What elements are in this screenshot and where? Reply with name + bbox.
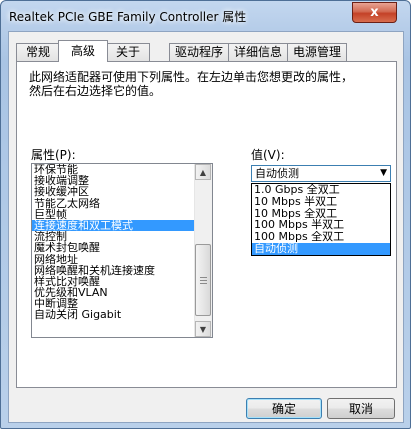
description-line-1: 此网络适配器可使用下列属性。在左边单击您想更改的属性， bbox=[29, 70, 354, 84]
tab-details[interactable]: 详细信息 bbox=[228, 43, 288, 61]
tab-general[interactable]: 常规 bbox=[16, 43, 60, 61]
value-option[interactable]: 10 Mbps 半双工 bbox=[252, 196, 390, 208]
property-scrollbar[interactable]: ▲ ▼ bbox=[194, 164, 212, 337]
property-list-item[interactable]: 环保节能 bbox=[32, 164, 212, 175]
ok-button[interactable]: 确定 bbox=[246, 398, 322, 419]
property-list-item[interactable]: 接收端调整 bbox=[32, 175, 212, 186]
scroll-down-button[interactable]: ▼ bbox=[195, 321, 211, 337]
tab-power-management[interactable]: 电源管理 bbox=[287, 43, 347, 61]
property-list-item[interactable]: 接收缓冲区 bbox=[32, 186, 212, 197]
property-list-item[interactable]: 自动关闭 Gigabit bbox=[32, 309, 212, 320]
tab-label: 驱动程序 bbox=[174, 45, 223, 59]
tab-about[interactable]: 关于 bbox=[106, 43, 150, 61]
property-label: 属性(P): bbox=[31, 148, 76, 162]
scroll-thumb[interactable] bbox=[195, 244, 211, 316]
dialog-client-area: 常规 高级 关于 驱动程序 详细信息 电源管理 此网络适配器可使用下列属性。在左… bbox=[8, 31, 404, 423]
description-text: 此网络适配器可使用下列属性。在左边单击您想更改的属性， 然后在右边选择它的值。 bbox=[29, 70, 353, 98]
property-list-item[interactable]: 流控制 bbox=[32, 231, 212, 242]
value-option[interactable]: 100 Mbps 全双工 bbox=[252, 231, 390, 243]
tab-label: 常规 bbox=[25, 45, 50, 59]
close-button[interactable]: x bbox=[352, 2, 397, 23]
dropdown-arrow-icon: ▼ bbox=[380, 168, 387, 178]
property-list-item[interactable]: 优先级和VLAN bbox=[32, 287, 212, 298]
scroll-up-button[interactable]: ▲ bbox=[195, 164, 211, 180]
grip-line bbox=[200, 280, 207, 281]
property-listbox[interactable]: 环保节能 接收端调整 接收缓冲区 节能乙太网络 巨型帧 连接速度和双工模式 流控制 魔术封包唤… bbox=[31, 163, 213, 338]
cancel-button[interactable]: 取消 bbox=[327, 398, 395, 419]
close-icon: x bbox=[370, 5, 379, 20]
property-list-item[interactable]: 节能乙太网络 bbox=[32, 198, 212, 209]
property-list-item[interactable]: 样式比对唤醒 bbox=[32, 276, 212, 287]
window-title: Realtek PCIe GBE Family Controller 属性 bbox=[9, 10, 247, 24]
grip-line bbox=[200, 283, 207, 284]
tab-label: 详细信息 bbox=[233, 45, 282, 59]
tab-advanced[interactable]: 高级 bbox=[58, 40, 108, 62]
description-line-2: 然后在右边选择它的值。 bbox=[29, 84, 162, 98]
tab-label: 电源管理 bbox=[292, 45, 341, 59]
tab-driver[interactable]: 驱动程序 bbox=[169, 43, 229, 61]
chevron-up-icon: ▲ bbox=[199, 168, 207, 177]
value-label: 值(V): bbox=[251, 148, 285, 162]
properties-dialog: Realtek PCIe GBE Family Controller 属性 x … bbox=[0, 0, 411, 429]
value-option[interactable]: 自动侦测 bbox=[252, 242, 390, 255]
property-list-item[interactable]: 魔术封包唤醒 bbox=[32, 242, 212, 253]
property-list-item[interactable]: 网络唤醒和关机连接速度 bbox=[32, 265, 212, 276]
value-option[interactable]: 100 Mbps 半双工 bbox=[252, 219, 390, 231]
property-list-item[interactable]: 中断调整 bbox=[32, 298, 212, 309]
property-list-item[interactable]: 网络地址 bbox=[32, 254, 212, 265]
property-list-items: 环保节能 接收端调整 接收缓冲区 节能乙太网络 巨型帧 连接速度和双工模式 流控制 魔术封包唤… bbox=[32, 164, 212, 321]
advanced-panel: 此网络适配器可使用下列属性。在左边单击您想更改的属性， 然后在右边选择它的值。 … bbox=[16, 61, 397, 388]
grip-line bbox=[200, 277, 207, 278]
value-current: 自动侦测 bbox=[255, 167, 299, 180]
value-option[interactable]: 1.0 Gbps 全双工 bbox=[252, 184, 390, 196]
tab-label: 高级 bbox=[70, 44, 95, 58]
property-list-item[interactable]: 连接速度和双工模式 bbox=[32, 219, 212, 232]
value-combobox[interactable]: 自动侦测 ▼ bbox=[251, 165, 391, 182]
title-bar[interactable]: Realtek PCIe GBE Family Controller 属性 x bbox=[1, 1, 410, 31]
value-dropdown-list[interactable]: 1.0 Gbps 全双工 10 Mbps 半双工 10 Mbps 全双工 100 Mb… bbox=[251, 183, 391, 256]
property-list-item[interactable]: 巨型帧 bbox=[32, 209, 212, 220]
chevron-down-icon: ▼ bbox=[199, 325, 207, 334]
value-option[interactable]: 10 Mbps 全双工 bbox=[252, 208, 390, 220]
tab-label: 关于 bbox=[115, 45, 140, 59]
tab-strip: 常规 高级 关于 驱动程序 详细信息 电源管理 bbox=[16, 40, 396, 62]
